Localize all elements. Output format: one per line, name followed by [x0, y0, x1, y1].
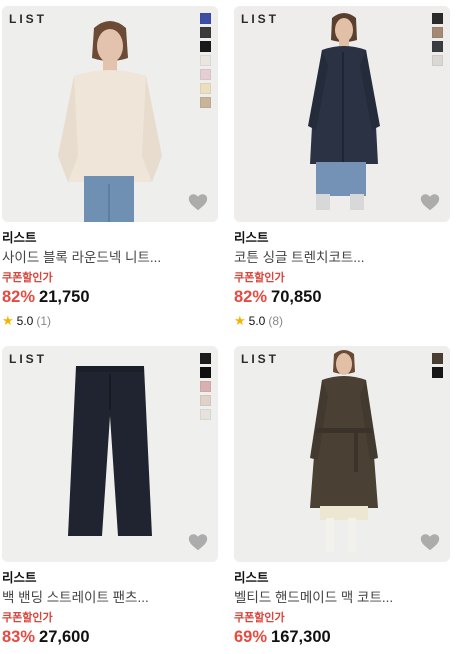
rating: ★ 5.0 (1) [2, 313, 218, 329]
brand-name[interactable]: 리스트 [2, 570, 218, 586]
rating-score: 5.0 [16, 314, 34, 328]
product-photo [234, 6, 450, 222]
heart-icon[interactable] [419, 531, 441, 553]
brand-name[interactable]: 리스트 [234, 230, 450, 246]
color-swatch [432, 353, 443, 364]
brand-logo: LIST [9, 352, 47, 366]
product-photo [234, 346, 450, 562]
sale-price: 167,300 [271, 628, 331, 646]
star-icon: ★ [2, 313, 14, 328]
color-swatch [200, 27, 211, 38]
product-image[interactable]: LIST [234, 6, 450, 222]
product-image[interactable]: LIST [2, 346, 218, 562]
color-swatch [432, 55, 443, 66]
color-swatch [200, 69, 211, 80]
price-row: 83% 27,600 [2, 627, 218, 647]
rating: ★ 5.0 (8) [234, 313, 450, 329]
color-swatch [200, 83, 211, 94]
color-swatch [200, 353, 211, 364]
discount-rate: 69% [234, 628, 268, 646]
brand-logo: LIST [9, 12, 47, 26]
discount-rate: 82% [234, 288, 268, 306]
product-name[interactable]: 사이드 블록 라운드넥 니트... [2, 249, 218, 267]
rating-score: 5.0 [248, 314, 266, 328]
coupon-label: 쿠폰할인가 [234, 272, 285, 284]
color-swatch [200, 409, 211, 420]
coupon-label: 쿠폰할인가 [234, 612, 285, 624]
product-name[interactable]: 벨티드 핸드메이드 맥 코트... [234, 589, 450, 607]
brand-name[interactable]: 리스트 [234, 570, 450, 586]
color-swatches [200, 13, 211, 108]
color-swatches [432, 13, 443, 66]
coupon-label: 쿠폰할인가 [2, 612, 53, 624]
color-swatch [200, 381, 211, 392]
heart-icon[interactable] [187, 191, 209, 213]
heart-icon[interactable] [187, 531, 209, 553]
product-image[interactable]: LIST [234, 346, 450, 562]
heart-icon[interactable] [419, 191, 441, 213]
product-image[interactable]: LIST [2, 6, 218, 222]
coupon-label: 쿠폰할인가 [2, 272, 53, 284]
color-swatch [200, 41, 211, 52]
color-swatch [200, 395, 211, 406]
product-card[interactable]: LIST 리스트 사이드 블록 라운드넥 니트... 쿠폰할인가 82% 21,7… [2, 6, 218, 329]
discount-rate: 82% [2, 288, 36, 306]
star-icon: ★ [234, 313, 246, 328]
color-swatch [432, 13, 443, 24]
color-swatch [432, 367, 443, 378]
brand-logo: LIST [241, 12, 279, 26]
color-swatches [432, 353, 443, 378]
product-card[interactable]: LIST 리스트 벨티드 핸드메이드 맥 코트... 쿠폰할인가 69% 167,… [234, 346, 450, 647]
color-swatch [432, 41, 443, 52]
sale-price: 21,750 [39, 288, 90, 306]
color-swatch [200, 55, 211, 66]
product-photo [2, 346, 218, 562]
color-swatch [200, 97, 211, 108]
product-name[interactable]: 백 밴딩 스트레이트 팬츠... [2, 589, 218, 607]
color-swatch [200, 13, 211, 24]
color-swatch [432, 27, 443, 38]
brand-logo: LIST [241, 352, 279, 366]
price-row: 82% 70,850 [234, 287, 450, 307]
sale-price: 70,850 [271, 288, 322, 306]
product-name[interactable]: 코튼 싱글 트렌치코트... [234, 249, 450, 267]
review-count: (1) [36, 314, 52, 328]
product-card[interactable]: LIST 리스트 백 밴딩 스트레이트 팬츠... 쿠폰할인가 83% 27,60… [2, 346, 218, 647]
sale-price: 27,600 [39, 628, 90, 646]
price-row: 69% 167,300 [234, 627, 450, 647]
discount-rate: 83% [2, 628, 36, 646]
product-card[interactable]: LIST 리스트 코튼 싱글 트렌치코트... 쿠폰할인가 82% 70,850 … [234, 6, 450, 329]
color-swatch [200, 367, 211, 378]
product-photo [2, 6, 218, 222]
color-swatches [200, 353, 211, 420]
price-row: 82% 21,750 [2, 287, 218, 307]
review-count: (8) [268, 314, 284, 328]
brand-name[interactable]: 리스트 [2, 230, 218, 246]
